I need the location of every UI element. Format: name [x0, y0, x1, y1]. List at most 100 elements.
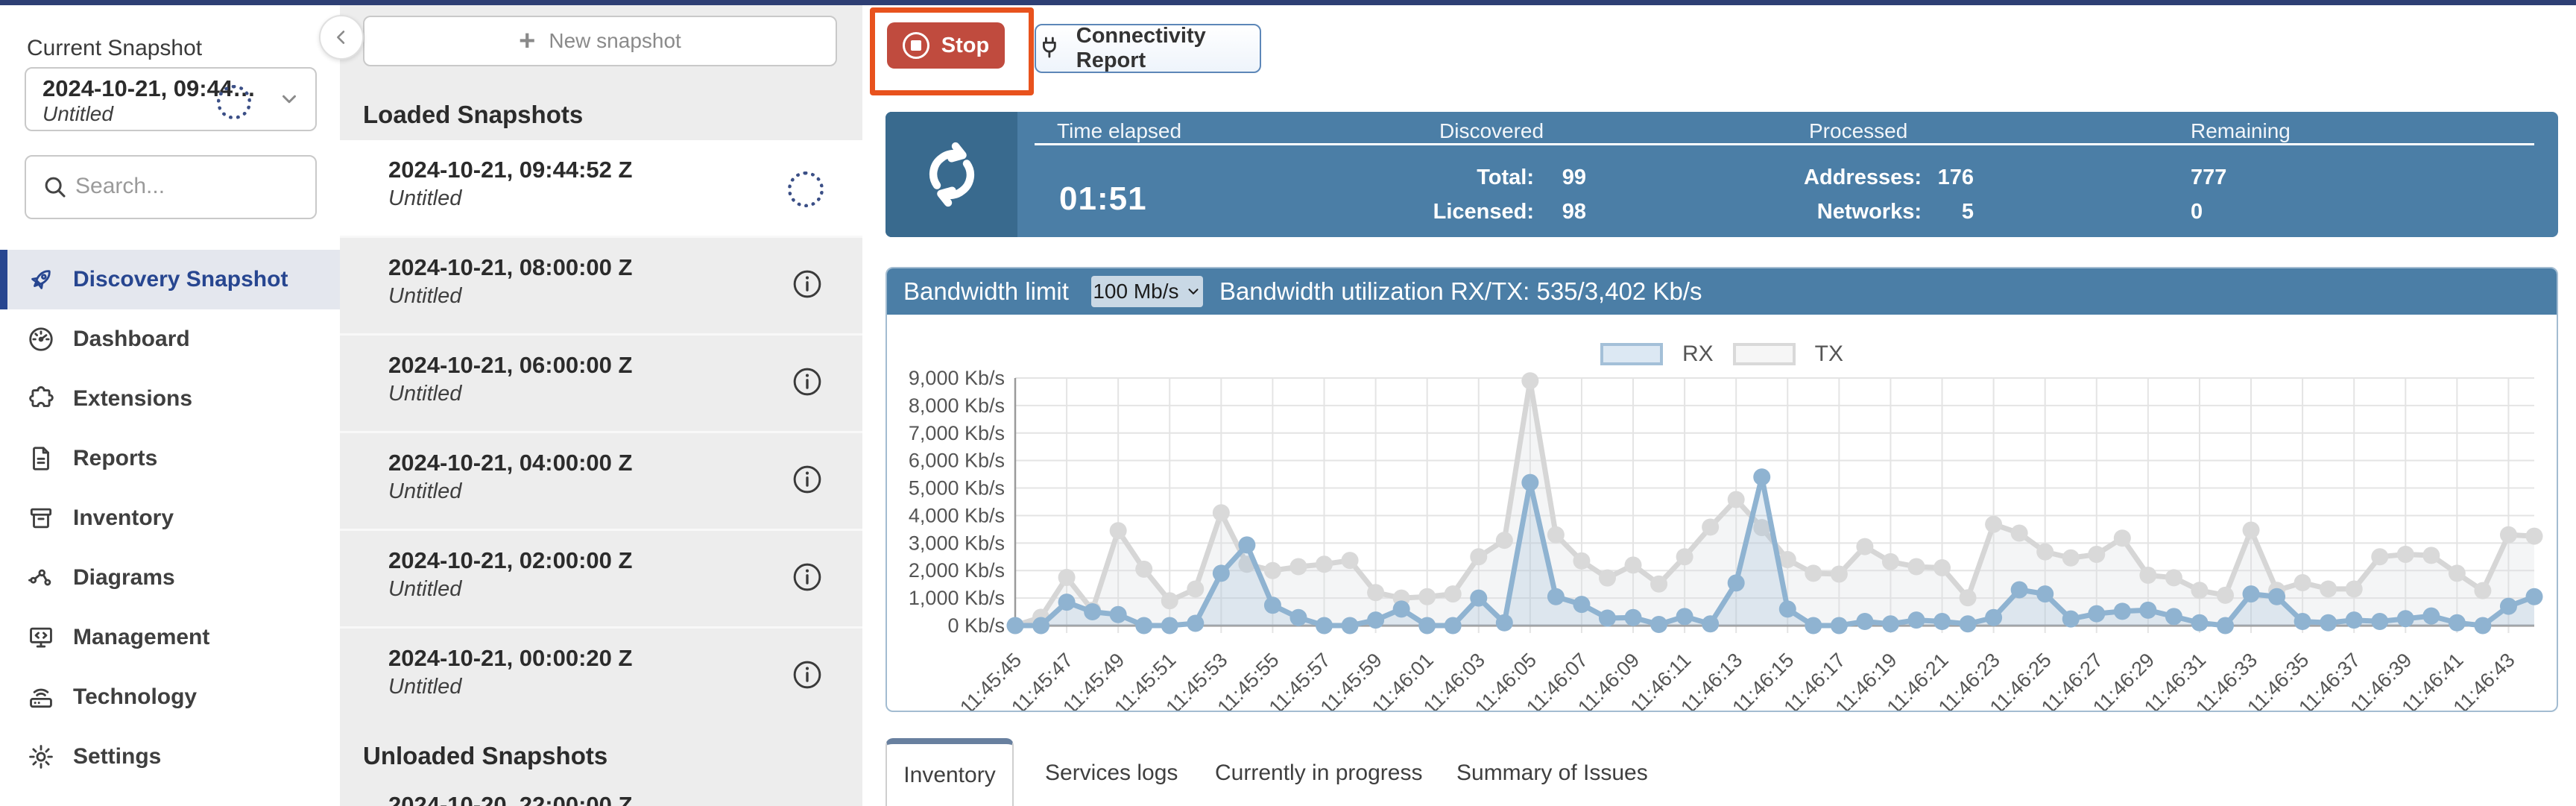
new-snapshot-label: New snapshot [549, 29, 681, 53]
stop-button[interactable]: Stop [887, 22, 1005, 69]
connectivity-report-button[interactable]: Connectivity Report [1035, 24, 1261, 73]
tab-label: Currently in progress [1215, 761, 1422, 785]
settings-gear-icon [27, 743, 55, 771]
sidebar: Current Snapshot 2024-10-21, 09:44… Unti… [0, 5, 340, 806]
tab-services-logs[interactable]: Services logs [1045, 761, 1178, 786]
processed-networks-label: Networks: [1750, 200, 1922, 224]
bandwidth-utilization-text: Bandwidth utilization RX/TX: 535/3,402 K… [1219, 277, 1702, 306]
current-snapshot-select[interactable]: 2024-10-21, 09:44… Untitled [25, 67, 317, 131]
sidebar-item-inventory[interactable]: Inventory [0, 488, 340, 548]
info-icon[interactable] [791, 561, 824, 594]
sidebar-item-technology[interactable]: Technology [0, 667, 340, 727]
snapshot-timestamp: 2024-10-20, 22:00:00 Z [388, 792, 632, 806]
time-elapsed-header: Time elapsed [1057, 119, 1181, 143]
sidebar-item-label: Dashboard [73, 327, 190, 352]
snapshot-timestamp: 2024-10-21, 06:00:00 Z [388, 352, 632, 379]
sidebar-nav: Discovery Snapshot Dashboard Extensions … [0, 250, 340, 787]
current-snapshot-label: Current Snapshot [27, 36, 202, 61]
snapshot-timestamp: 2024-10-21, 00:00:20 Z [388, 645, 632, 672]
tab-label: Services logs [1045, 761, 1178, 785]
sidebar-item-settings[interactable]: Settings [0, 727, 340, 787]
stop-circle-icon [903, 32, 929, 59]
snapshot-list-item-partial[interactable]: 2024-10-20, 22:00:00 Z [340, 787, 862, 806]
sidebar-item-label: Reports [73, 446, 157, 471]
remaining-networks-value: 0 [2191, 200, 2203, 224]
discovered-total-label: Total: [1363, 166, 1534, 190]
time-elapsed-value: 01:51 [1059, 180, 1147, 218]
search-input[interactable] [74, 161, 300, 212]
discovered-total-value: 99 [1541, 166, 1586, 190]
bandwidth-utilization-chart: 0 Kb/s1,000 Kb/s2,000 Kb/s3,000 Kb/s4,00… [887, 315, 2557, 712]
inventory-box-icon [27, 504, 55, 532]
sidebar-item-management[interactable]: Management [0, 608, 340, 667]
snapshot-list-item[interactable]: 2024-10-21, 06:00:00 Z Untitled [340, 333, 862, 431]
current-snapshot-subtitle: Untitled [42, 102, 113, 126]
processed-addresses-label: Addresses: [1750, 166, 1922, 190]
remaining-header: Remaining [2191, 119, 2291, 143]
bottom-tabs: Inventory Services logs Currently in pro… [886, 738, 2558, 806]
sidebar-item-dashboard[interactable]: Dashboard [0, 309, 340, 369]
status-separator-line [1035, 143, 2534, 145]
snapshot-title: Untitled [388, 186, 461, 211]
loaded-snapshots-heading: Loaded Snapshots [363, 101, 583, 129]
unloaded-snapshots-heading: Unloaded Snapshots [363, 742, 607, 770]
sidebar-item-label: Technology [73, 684, 197, 710]
sidebar-item-extensions[interactable]: Extensions [0, 369, 340, 429]
snapshot-title: Untitled [388, 284, 461, 309]
bandwidth-limit-select[interactable]: 100 Mb/s [1091, 276, 1203, 307]
tab-summary-of-issues[interactable]: Summary of Issues [1456, 761, 1648, 786]
tab-currently-in-progress[interactable]: Currently in progress [1215, 761, 1422, 786]
management-monitor-icon [27, 623, 55, 652]
dashboard-gauge-icon [27, 325, 55, 353]
loading-spinner-icon [788, 171, 824, 207]
discovered-licensed-label: Licensed: [1363, 200, 1534, 224]
connectivity-report-label: Connectivity Report [1076, 24, 1260, 73]
remaining-addresses-value: 777 [2191, 166, 2226, 190]
snapshot-list-item[interactable]: 2024-10-21, 08:00:00 Z Untitled [340, 236, 862, 333]
snapshot-timestamp: 2024-10-21, 08:00:00 Z [388, 254, 632, 281]
tab-label: Summary of Issues [1456, 761, 1648, 785]
info-icon[interactable] [791, 463, 824, 496]
discovered-header: Discovered [1439, 119, 1544, 143]
stop-button-label: Stop [941, 34, 989, 58]
snapshot-list-item[interactable]: 2024-10-21, 04:00:00 Z Untitled [340, 431, 862, 529]
info-icon[interactable] [791, 365, 824, 398]
svg-text:6,000 Kb/s: 6,000 Kb/s [909, 450, 1005, 472]
chevron-down-icon [278, 88, 300, 110]
report-document-icon [27, 444, 55, 473]
snapshot-title: Untitled [388, 382, 461, 406]
snapshot-title: Untitled [388, 577, 461, 602]
snapshot-list-item[interactable]: 2024-10-21, 00:00:20 Z Untitled [340, 626, 862, 724]
snapshot-timestamp: 2024-10-21, 02:00:00 Z [388, 547, 632, 574]
snapshot-title: Untitled [388, 675, 461, 699]
new-snapshot-button[interactable]: + New snapshot [363, 16, 837, 66]
sidebar-item-label: Settings [73, 744, 161, 769]
collapse-panel-button[interactable] [319, 15, 364, 60]
rocket-icon [27, 265, 55, 294]
search-icon [41, 173, 69, 201]
snapshot-list-item[interactable]: 2024-10-21, 09:44:52 Z Untitled [340, 140, 862, 236]
sidebar-item-label: Discovery Snapshot [73, 267, 288, 292]
svg-text:5,000 Kb/s: 5,000 Kb/s [909, 477, 1005, 500]
chevron-down-icon [1185, 283, 1202, 300]
svg-text:0 Kb/s: 0 Kb/s [947, 614, 1005, 637]
sync-arrows-icon [915, 137, 989, 212]
sidebar-item-reports[interactable]: Reports [0, 429, 340, 488]
processed-networks-value: 5 [1929, 200, 1974, 224]
snapshot-timestamp: 2024-10-21, 09:44:52 Z [388, 157, 632, 183]
svg-text:3,000 Kb/s: 3,000 Kb/s [909, 532, 1005, 554]
svg-text:9,000 Kb/s: 9,000 Kb/s [909, 367, 1005, 389]
loading-spinner-icon [217, 85, 251, 119]
snapshot-list-item[interactable]: 2024-10-21, 02:00:00 Z Untitled [340, 529, 862, 626]
sidebar-item-label: Inventory [73, 506, 174, 531]
sidebar-item-diagrams[interactable]: Diagrams [0, 548, 340, 608]
bandwidth-limit-value: 100 Mb/s [1093, 280, 1178, 303]
tab-inventory[interactable]: Inventory [886, 738, 1014, 806]
sidebar-item-discovery-snapshot[interactable]: Discovery Snapshot [0, 250, 340, 309]
info-icon[interactable] [791, 268, 824, 300]
snapshot-title: Untitled [388, 479, 461, 504]
sidebar-item-label: Extensions [73, 386, 192, 412]
bandwidth-header: Bandwidth limit 100 Mb/s Bandwidth utili… [887, 268, 2557, 315]
processed-addresses-value: 176 [1929, 166, 1974, 190]
info-icon[interactable] [791, 658, 824, 691]
